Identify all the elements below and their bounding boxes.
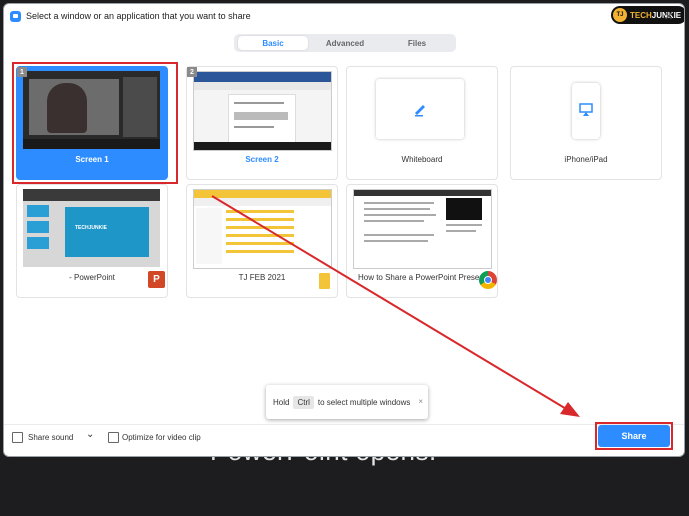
share-sound-dropdown-icon[interactable]: ⌄	[86, 429, 94, 440]
chrome-icon	[479, 271, 497, 289]
multi-select-tooltip: Hold Ctrl to select multiple windows ×	[266, 385, 428, 419]
share-sound-label: Share sound	[28, 433, 74, 442]
tile-chrome-how-to-share[interactable]: How to Share a PowerPoint Prese...	[346, 184, 498, 298]
tile-label: - PowerPoint	[69, 273, 115, 282]
share-sound-checkbox[interactable]	[12, 432, 23, 443]
tile-iphone-ipad[interactable]: iPhone/iPad	[510, 66, 662, 180]
powerpoint-icon: P	[148, 271, 165, 288]
screen-2-thumbnail	[193, 71, 332, 151]
tile-powerpoint[interactable]: TECHJUNKIE - PowerPoint P	[16, 184, 168, 298]
selection-highlight	[12, 62, 178, 184]
title-bar: Select a window or an application that y…	[4, 4, 684, 28]
tab-basic[interactable]: Basic	[238, 36, 308, 50]
slide-title: TECHJUNKIE	[75, 225, 107, 231]
optimize-video-checkbox[interactable]	[108, 432, 119, 443]
tile-label: How to Share a PowerPoint Prese...	[357, 273, 487, 282]
whiteboard-card	[376, 79, 464, 139]
tile-label: iPhone/iPad	[564, 155, 608, 164]
tab-advanced[interactable]: Advanced	[310, 36, 380, 50]
folder-icon	[319, 273, 330, 289]
dialog-footer	[4, 424, 684, 456]
tooltip-suffix: to select multiple windows	[317, 397, 411, 407]
techjunkie-watermark: TJ TECH JUNKIE	[611, 6, 684, 24]
brand-prefix: TECH	[630, 10, 652, 20]
tile-tj-feb-2021[interactable]: TJ FEB 2021	[186, 184, 338, 298]
brand-logo-icon: TJ	[613, 8, 627, 22]
tooltip-close-icon[interactable]: ×	[418, 397, 423, 406]
share-dialog: Select a window or an application that y…	[3, 3, 685, 457]
close-icon[interactable]: ✕	[664, 10, 673, 23]
chrome-thumbnail	[353, 189, 492, 269]
tab-files[interactable]: Files	[382, 36, 452, 50]
tooltip-prefix: Hold	[273, 397, 290, 407]
phone-card	[572, 83, 600, 139]
share-tabs: Basic Advanced Files	[234, 34, 456, 52]
zoom-app-icon	[10, 11, 21, 22]
powerpoint-thumbnail: TECHJUNKIE	[23, 189, 160, 267]
tile-label: Whiteboard	[401, 155, 443, 164]
tile-label: Screen 2	[245, 155, 279, 164]
dialog-title: Select a window or an application that y…	[26, 11, 251, 21]
pencil-icon	[415, 105, 425, 117]
explorer-thumbnail	[193, 189, 332, 269]
tile-label: TJ FEB 2021	[238, 273, 286, 282]
screen-number-badge: 2	[187, 67, 197, 77]
share-button-highlight	[595, 422, 673, 450]
tile-screen-2[interactable]: 2 Screen 2	[186, 66, 338, 180]
optimize-video-label: Optimize for video clip	[122, 433, 201, 442]
tile-whiteboard[interactable]: Whiteboard	[346, 66, 498, 180]
ctrl-key-hint: Ctrl	[293, 395, 314, 409]
airplay-icon	[579, 103, 593, 116]
